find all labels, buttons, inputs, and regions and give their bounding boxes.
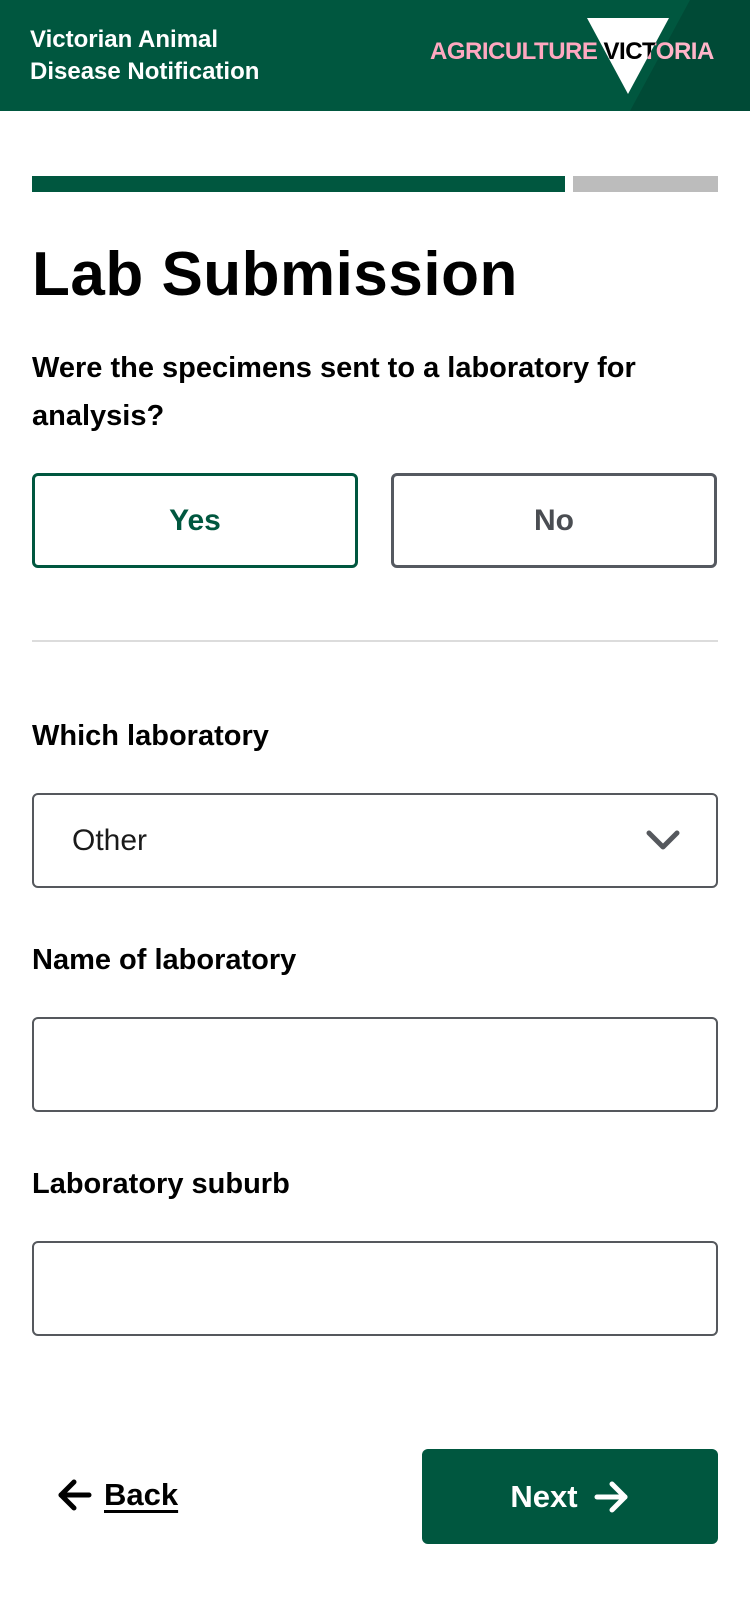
progress-completed — [32, 176, 565, 192]
back-label: Back — [104, 1477, 179, 1512]
section-divider — [32, 640, 718, 642]
lab-question: Were the specimens sent to a laboratory … — [32, 352, 636, 432]
app-title-line2: Disease Notification — [30, 58, 260, 85]
which-laboratory-value: Other — [72, 823, 148, 857]
next-label: Next — [510, 1478, 578, 1514]
agriculture-victoria-logo: AGRICULTURE VICTORIA — [430, 18, 720, 94]
app-header: Victorian Animal Disease Notification AG… — [0, 0, 750, 111]
name-of-laboratory-input[interactable] — [32, 1017, 718, 1112]
arrow-right-icon — [594, 1481, 628, 1512]
progress-remaining — [573, 176, 718, 192]
laboratory-suburb-input[interactable] — [32, 1241, 718, 1336]
app-title: Victorian Animal Disease Notification — [30, 24, 330, 88]
logo-text: AGRICULTURE VICTORIA — [430, 38, 714, 65]
app-title-line1: Victorian Animal — [30, 26, 219, 53]
name-of-laboratory-label: Name of laboratory — [32, 944, 297, 976]
chevron-down-icon — [646, 830, 680, 849]
arrow-left-icon — [58, 1479, 92, 1511]
no-button[interactable]: No — [391, 473, 717, 568]
which-laboratory-select[interactable]: Other — [32, 793, 718, 888]
yes-button[interactable]: Yes — [32, 473, 358, 568]
progress-bar — [32, 176, 718, 192]
next-button[interactable]: Next — [422, 1449, 718, 1544]
back-link[interactable]: Back — [56, 1470, 178, 1520]
page-title: Lab Submission — [32, 240, 518, 309]
laboratory-suburb-label: Laboratory suburb — [32, 1168, 290, 1200]
which-laboratory-label: Which laboratory — [32, 720, 269, 752]
